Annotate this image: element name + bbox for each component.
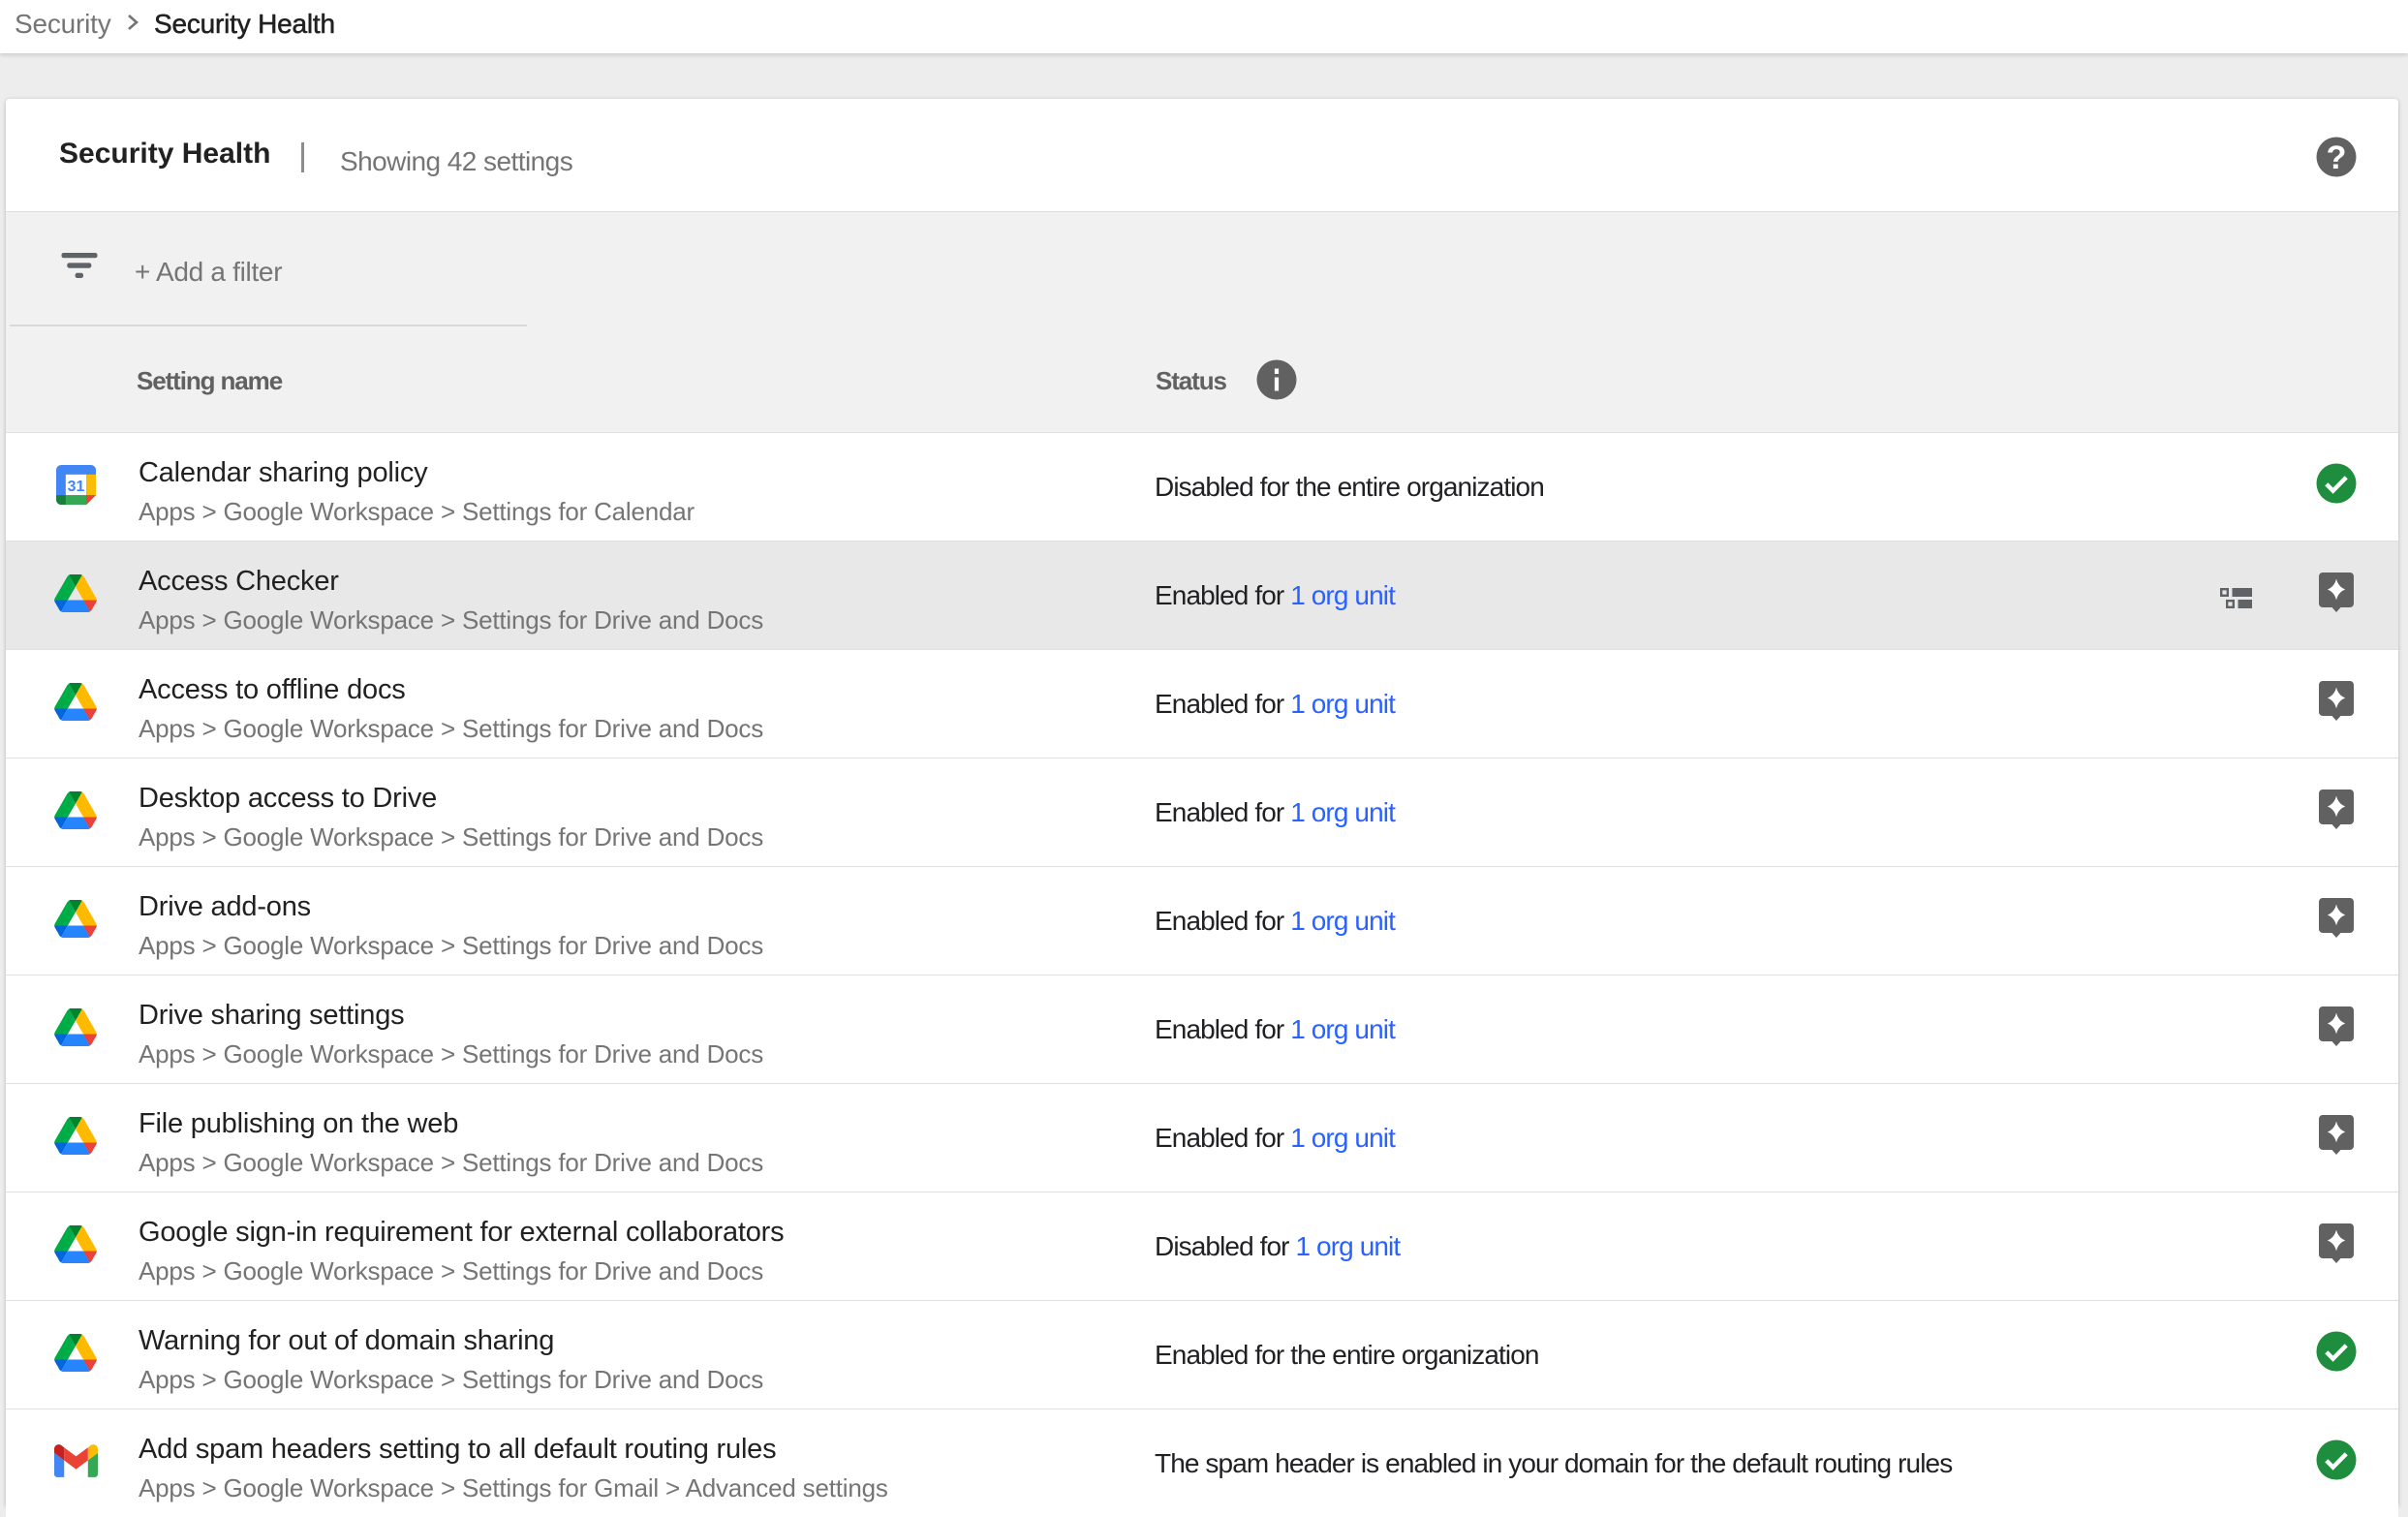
svg-text:31: 31 (67, 478, 84, 494)
svg-text:?: ? (2327, 139, 2347, 176)
